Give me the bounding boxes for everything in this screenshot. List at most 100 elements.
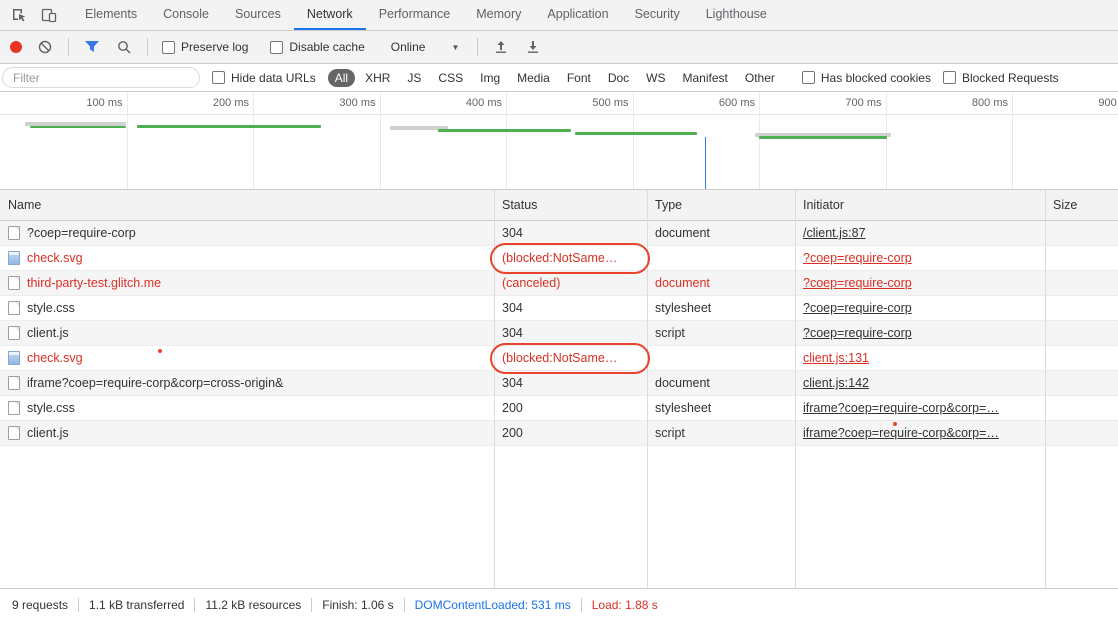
disable-cache-checkbox[interactable]: Disable cache [270, 40, 364, 54]
initiator-link[interactable]: client.js:131 [803, 351, 869, 365]
filter-type-manifest[interactable]: Manifest [676, 69, 735, 87]
request-row-1[interactable]: ?coep=require-corp304document/client.js:… [0, 221, 1118, 246]
initiator-link[interactable]: ?coep=require-corp [803, 276, 912, 290]
request-row-5[interactable]: client.js304script?coep=require-corp [0, 321, 1118, 346]
filter-type-doc[interactable]: Doc [601, 69, 636, 87]
import-har-icon[interactable] [492, 38, 510, 56]
request-type-cell: script [647, 421, 795, 445]
column-header-size[interactable]: Size [1045, 190, 1118, 220]
request-size-cell [1045, 321, 1118, 345]
filter-type-ws[interactable]: WS [639, 69, 672, 87]
initiator-link[interactable]: ?coep=require-corp [803, 326, 912, 340]
initiator-link[interactable]: iframe?coep=require-corp&corp=… [803, 426, 999, 440]
tab-application[interactable]: Application [534, 0, 621, 30]
request-name: style.css [27, 301, 75, 315]
tab-console[interactable]: Console [150, 0, 222, 30]
status-bar: 9 requests1.1 kB transferred11.2 kB reso… [0, 588, 1118, 620]
tab-security[interactable]: Security [622, 0, 693, 30]
request-status-cell: (canceled) [494, 271, 647, 295]
tab-performance[interactable]: Performance [366, 0, 464, 30]
request-row-3[interactable]: third-party-test.glitch.me (canceled)docu… [0, 271, 1118, 296]
tab-elements[interactable]: Elements [72, 0, 150, 30]
record-button[interactable] [10, 41, 22, 53]
request-status-cell: 304 [494, 221, 647, 245]
request-initiator-cell: client.js:131 [795, 346, 1045, 370]
toolbar-icons [0, 0, 72, 30]
request-name: check.svg [27, 251, 83, 265]
search-icon[interactable] [115, 38, 133, 56]
initiator-link[interactable]: ?coep=require-corp [803, 251, 912, 265]
filter-type-font[interactable]: Font [560, 69, 598, 87]
request-status: 304 [502, 326, 523, 340]
request-name: third-party-test.glitch.me [27, 276, 161, 290]
checkbox-box [212, 71, 225, 84]
filter-type-img[interactable]: Img [473, 69, 507, 87]
overview-gridline [253, 92, 254, 189]
request-row-2[interactable]: check.svg(blocked:NotSame…?coep=require-… [0, 246, 1118, 271]
request-initiator-cell: /client.js:87 [795, 221, 1045, 245]
column-header-initiator[interactable]: Initiator [795, 190, 1045, 220]
network-toolbar: Preserve log Disable cache Online ▼ [0, 31, 1118, 64]
request-name-cell: third-party-test.glitch.me [0, 271, 494, 295]
summary-transferred: 1.1 kB transferred [78, 598, 194, 612]
filter-type-css[interactable]: CSS [431, 69, 470, 87]
column-header-type[interactable]: Type [647, 190, 795, 220]
export-har-icon[interactable] [524, 38, 542, 56]
tab-memory[interactable]: Memory [463, 0, 534, 30]
toolbar-separator [68, 38, 69, 56]
summary-dom-content-loaded: DOMContentLoaded: 531 ms [404, 598, 581, 612]
initiator-link[interactable]: /client.js:87 [803, 226, 866, 240]
request-status: 304 [502, 376, 523, 390]
waterfall-bar [137, 125, 321, 128]
request-size-cell [1045, 296, 1118, 320]
throttling-select[interactable]: Online ▼ [387, 40, 464, 54]
initiator-link[interactable]: iframe?coep=require-corp&corp=… [803, 401, 999, 415]
request-row-6[interactable]: check.svg(blocked:NotSame…client.js:131 [0, 346, 1118, 371]
request-row-9[interactable]: client.js200scriptiframe?coep=require-co… [0, 421, 1118, 446]
filter-toggle-icon[interactable] [83, 38, 101, 56]
filter-type-other[interactable]: Other [738, 69, 782, 87]
tab-network[interactable]: Network [294, 0, 366, 30]
preserve-log-label: Preserve log [181, 40, 248, 54]
request-row-7[interactable]: iframe?coep=require-corp&corp=cross-orig… [0, 371, 1118, 396]
request-name-cell: ?coep=require-corp [0, 221, 494, 245]
request-name-cell: check.svg [0, 246, 494, 270]
request-size-cell [1045, 371, 1118, 395]
initiator-link[interactable]: ?coep=require-corp [803, 301, 912, 315]
request-initiator-cell: ?coep=require-corp [795, 296, 1045, 320]
checkbox-box [162, 41, 175, 54]
waterfall-bar [759, 136, 887, 139]
blocked-requests-label: Blocked Requests [962, 71, 1059, 85]
request-type-cell: stylesheet [647, 296, 795, 320]
request-type-cell: document [647, 271, 795, 295]
filter-type-xhr[interactable]: XHR [358, 69, 397, 87]
tab-sources[interactable]: Sources [222, 0, 294, 30]
filter-type-js[interactable]: JS [400, 69, 428, 87]
device-toolbar-icon[interactable] [40, 6, 58, 24]
request-status: 304 [502, 226, 523, 240]
request-initiator-cell: ?coep=require-corp [795, 321, 1045, 345]
timeline-overview[interactable]: 100 ms200 ms300 ms400 ms500 ms600 ms700 … [0, 92, 1118, 190]
filter-type-all[interactable]: All [328, 69, 355, 87]
column-header-name[interactable]: Name [0, 190, 494, 220]
overview-tick-label: 800 ms [948, 97, 1008, 109]
initiator-link[interactable]: client.js:142 [803, 376, 869, 390]
request-row-4[interactable]: style.css304stylesheet?coep=require-corp [0, 296, 1118, 321]
request-row-8[interactable]: style.css200stylesheetiframe?coep=requir… [0, 396, 1118, 421]
tab-lighthouse[interactable]: Lighthouse [693, 0, 780, 30]
clear-button[interactable] [36, 38, 54, 56]
filter-type-media[interactable]: Media [510, 69, 557, 87]
blocked-requests-checkbox[interactable]: Blocked Requests [943, 71, 1059, 85]
request-status-cell: 304 [494, 371, 647, 395]
inspect-element-icon[interactable] [10, 6, 28, 24]
preserve-log-checkbox[interactable]: Preserve log [162, 40, 248, 54]
has-blocked-cookies-checkbox[interactable]: Has blocked cookies [802, 71, 931, 85]
request-status: (blocked:NotSame… [502, 351, 617, 365]
overview-gridline [127, 92, 128, 189]
request-status-cell: 304 [494, 321, 647, 345]
column-header-status[interactable]: Status [494, 190, 647, 220]
filter-input[interactable] [2, 67, 200, 88]
hide-data-urls-checkbox[interactable]: Hide data URLs [212, 71, 316, 85]
throttling-value: Online [391, 40, 426, 54]
requests-table-body: ?coep=require-corp 304 document/client.js:… [0, 221, 1118, 446]
